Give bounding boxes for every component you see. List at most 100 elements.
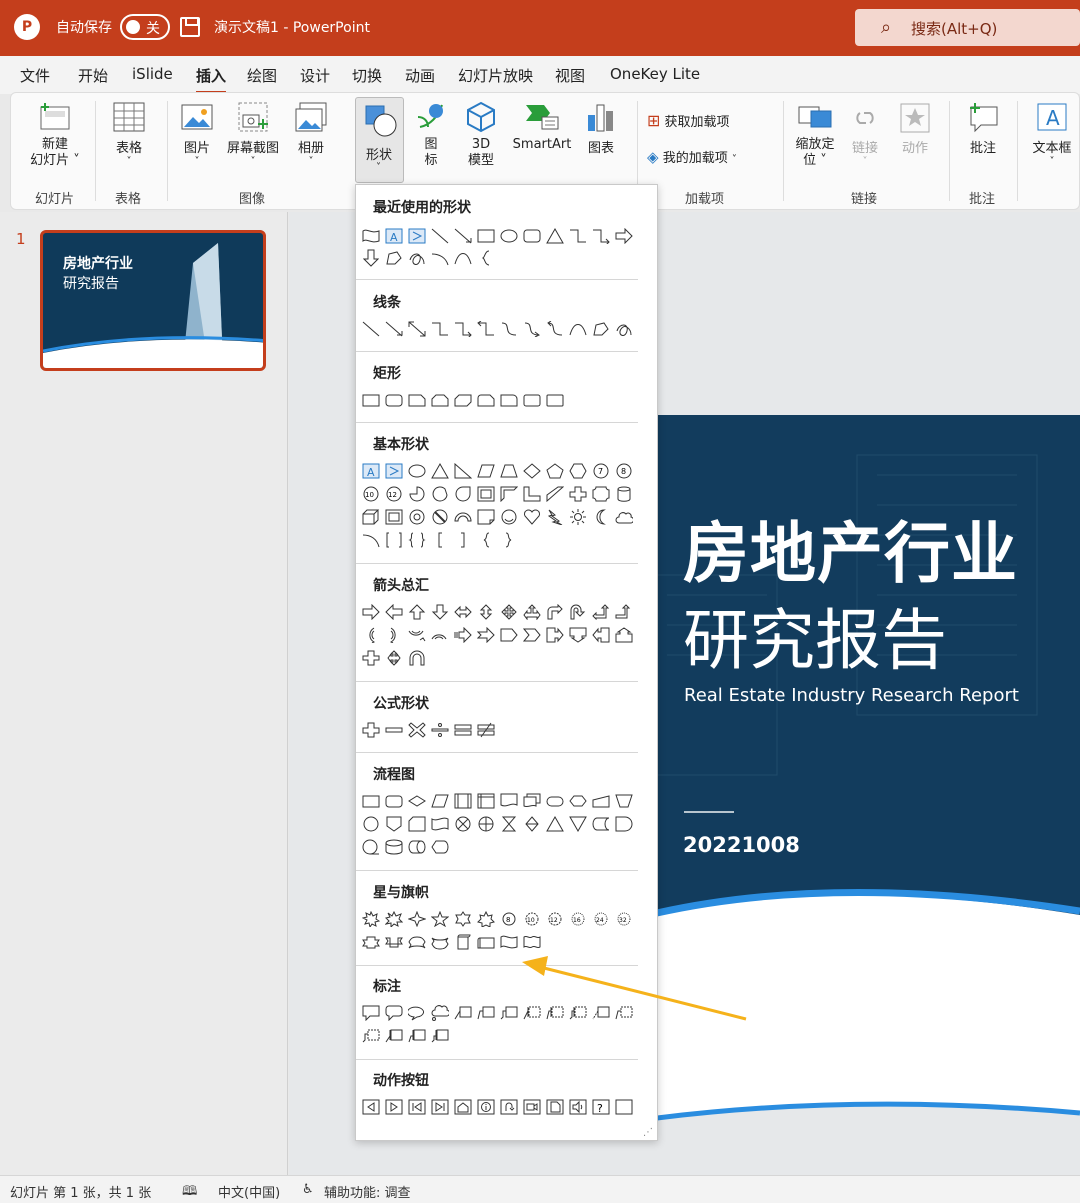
shape-elbow-connector[interactable] xyxy=(428,318,451,340)
shape-not-equal[interactable] xyxy=(474,719,497,741)
save-icon[interactable] xyxy=(180,17,200,37)
shape-line-callout-accent-1[interactable] xyxy=(520,1002,543,1024)
shape-left-bracket[interactable] xyxy=(428,529,451,551)
shape-flowchart-display[interactable] xyxy=(428,836,451,858)
action-button-beginning-icon[interactable] xyxy=(405,1096,428,1118)
shape-flowchart-card[interactable] xyxy=(405,813,428,835)
shape-flowchart-off-page-connector[interactable] xyxy=(382,813,405,835)
shape-scribble[interactable] xyxy=(612,318,635,340)
shape-wave[interactable] xyxy=(497,931,520,953)
shape-left-brace[interactable] xyxy=(474,529,497,551)
accessibility-status[interactable]: 辅助功能: 调查 xyxy=(324,1182,411,1201)
shape-flowchart-manual-input[interactable] xyxy=(589,790,612,812)
action-button-help-icon[interactable]: ? xyxy=(589,1096,612,1118)
shape-star-12[interactable]: 12 xyxy=(543,908,566,930)
shape-snip-round-rectangle[interactable] xyxy=(474,389,497,411)
shape-line-callout-accent-border-2[interactable] xyxy=(405,1025,428,1047)
shape-ribbon-down[interactable] xyxy=(382,931,405,953)
shape-left-right-up-arrow[interactable] xyxy=(520,601,543,623)
shape-curved-left-arrow[interactable] xyxy=(382,624,405,646)
screenshot-button[interactable]: 屏幕截图 ˅ xyxy=(223,101,283,167)
shape-parallelogram[interactable] xyxy=(474,460,497,482)
search-box[interactable]: ⌕ 搜索(Alt+Q) xyxy=(855,9,1080,46)
action-button-movie-icon[interactable] xyxy=(520,1096,543,1118)
shape-diagonal-stripe[interactable] xyxy=(543,483,566,505)
shape-equal[interactable] xyxy=(451,719,474,741)
shape-line-callout-border-3[interactable] xyxy=(359,1025,382,1047)
shape-line-callout-2[interactable] xyxy=(474,1002,497,1024)
smartart-button[interactable]: SmartArt xyxy=(507,101,577,152)
shape-line-callout-accent-border-3[interactable] xyxy=(428,1025,451,1047)
shape-up-arrow[interactable] xyxy=(405,601,428,623)
shape-textbox[interactable]: A xyxy=(382,225,405,247)
shape-flowchart-manual-operation[interactable] xyxy=(612,790,635,812)
shape-right-arrow-callout[interactable] xyxy=(543,624,566,646)
shape-freeform[interactable] xyxy=(589,318,612,340)
shape-up-arrow-callout[interactable] xyxy=(612,624,635,646)
shape-flowchart-punched-tape[interactable] xyxy=(428,813,451,835)
shape-star-16[interactable]: 16 xyxy=(566,908,589,930)
shape-curved-ribbon-up[interactable] xyxy=(405,931,428,953)
shape-line-callout-3[interactable] xyxy=(497,1002,520,1024)
action-button-back-icon[interactable] xyxy=(359,1096,382,1118)
3d-model-button[interactable]: 3D 模型 xyxy=(461,101,501,169)
shape-round-corner-rectangle[interactable] xyxy=(497,389,520,411)
shape-left-right-arrow-callout[interactable] xyxy=(359,647,382,669)
shape-rectangular-callout[interactable] xyxy=(359,1002,382,1024)
shape-up-down-arrow[interactable] xyxy=(474,601,497,623)
shape-trapezoid[interactable] xyxy=(497,460,520,482)
tab-onekey[interactable]: OneKey Lite xyxy=(610,65,700,83)
shape-oval[interactable] xyxy=(497,225,520,247)
language-indicator[interactable]: 中文(中国) xyxy=(218,1182,280,1201)
shape-line[interactable] xyxy=(359,318,382,340)
shape-line-callout-accent-border-1[interactable] xyxy=(382,1025,405,1047)
shape-flowchart-internal-storage[interactable] xyxy=(474,790,497,812)
shape-frame[interactable] xyxy=(474,483,497,505)
shape-vertical-scroll[interactable] xyxy=(451,931,474,953)
shape-cube[interactable] xyxy=(359,506,382,528)
shape-rounded-rectangle[interactable] xyxy=(382,389,405,411)
picture-button[interactable]: 图片 ˅ xyxy=(175,101,219,167)
shape-flowchart-or[interactable] xyxy=(474,813,497,835)
shape-curved-arrow[interactable] xyxy=(520,318,543,340)
shape-right-brace[interactable] xyxy=(497,529,520,551)
shape-pie[interactable] xyxy=(405,483,428,505)
slide-thumbnail[interactable]: 房地产行业 研究报告 xyxy=(40,230,266,371)
shape-left-right-arrow[interactable] xyxy=(451,601,474,623)
shape-double-bracket[interactable] xyxy=(382,529,405,551)
shape-chevron[interactable] xyxy=(520,624,543,646)
shape-elbow-arrow[interactable] xyxy=(589,225,612,247)
shape-flowchart-preparation[interactable] xyxy=(566,790,589,812)
shape-pentagon[interactable] xyxy=(543,460,566,482)
table-button[interactable]: 表格 ˅ xyxy=(109,101,149,167)
shape-left-arrow-callout[interactable] xyxy=(589,624,612,646)
shape-flowchart-extract[interactable] xyxy=(543,813,566,835)
tab-draw[interactable]: 绘图 xyxy=(247,65,277,86)
shape-flowchart-stored-data[interactable] xyxy=(589,813,612,835)
shape-circular-arrow[interactable] xyxy=(405,647,428,669)
action-button-return-icon[interactable] xyxy=(497,1096,520,1118)
shape-arc[interactable] xyxy=(359,529,382,551)
shape-left-up-arrow[interactable] xyxy=(589,601,612,623)
shape-vertical-textbox[interactable] xyxy=(405,225,428,247)
action-button-blank-icon[interactable] xyxy=(612,1096,635,1118)
shape-line-callout-accent-3[interactable] xyxy=(566,1002,589,1024)
action-button-forward-icon[interactable] xyxy=(382,1096,405,1118)
tab-slideshow[interactable]: 幻灯片放映 xyxy=(458,65,533,86)
shape-flowchart-terminator[interactable] xyxy=(543,790,566,812)
shape-flowchart-merge[interactable] xyxy=(566,813,589,835)
comment-button[interactable]: 批注 xyxy=(961,101,1005,156)
shape-curve[interactable] xyxy=(451,247,474,269)
shape-wave[interactable] xyxy=(359,225,382,247)
shape-half-frame[interactable] xyxy=(497,483,520,505)
shape-rectangle[interactable] xyxy=(359,389,382,411)
search-input[interactable]: 搜索(Alt+Q) xyxy=(911,18,997,39)
shape-curved-double-arrow[interactable] xyxy=(543,318,566,340)
shape-textbox[interactable]: A xyxy=(359,460,382,482)
tab-file[interactable]: 文件 xyxy=(20,65,50,86)
shape-double-arrow-line[interactable] xyxy=(405,318,428,340)
shape-curve[interactable] xyxy=(566,318,589,340)
shape-flowchart-summing-junction[interactable] xyxy=(451,813,474,835)
shape-ribbon-up[interactable] xyxy=(359,931,382,953)
shape-flowchart-direct-access-storage[interactable] xyxy=(405,836,428,858)
